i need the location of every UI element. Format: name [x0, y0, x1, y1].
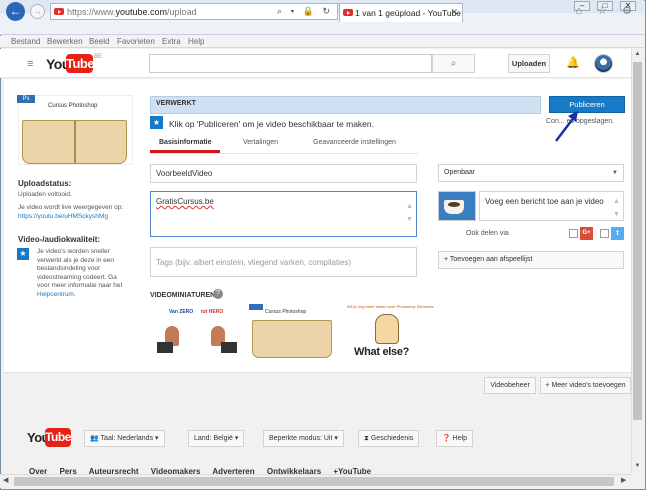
tags-field[interactable]: Tags (bijv. albert einstein, vliegend va… [150, 247, 417, 277]
book-image [22, 120, 127, 164]
pointer-arrow-icon [555, 111, 578, 142]
tab-basic-info[interactable]: Basisinformatie [159, 139, 212, 146]
scroll-right-arrow-icon[interactable]: ▶ [621, 476, 626, 484]
description-scroll-arrows[interactable]: ▲ ▼ [406, 200, 413, 226]
graduate-figure-icon [375, 314, 399, 344]
thumb3-text: What else? [354, 346, 410, 358]
gplus-checkbox[interactable] [569, 229, 578, 238]
country-button[interactable]: Land: België ▾ [188, 430, 245, 447]
hamburger-menu-icon[interactable]: ≡ [27, 58, 33, 70]
gplus-icon: G+ [580, 227, 593, 240]
publish-hint: Klik op 'Publiceren' om je video beschik… [169, 119, 374, 129]
video-link[interactable]: https://youtu.be/uHMSckyshMg [18, 213, 108, 222]
twitter-checkbox[interactable] [600, 229, 609, 238]
history-button[interactable]: ⧗ Geschiedenis [358, 430, 420, 447]
thumbnail-option-1[interactable]: Van ZERO tot HERO [151, 304, 238, 361]
star-icon: ★ [150, 116, 163, 129]
monitor-icon [157, 342, 173, 353]
address-url: https://www.youtube.com/upload [67, 7, 197, 17]
privacy-select[interactable]: Openbaar [438, 164, 624, 182]
coffee-cup-image [444, 200, 464, 214]
scroll-up-arrow-icon[interactable]: ▲ [633, 51, 642, 57]
quality-title: Video-/audiokwaliteit: [18, 235, 101, 244]
tab-advanced-settings[interactable]: Geavanceerde instellingen [313, 139, 396, 146]
logo-region: BE [94, 54, 103, 60]
thumb1-text-a: Van ZERO [169, 309, 194, 315]
browser-toolbar-icons[interactable]: ⌂ ☆ ⚙ [576, 4, 638, 17]
help-center-link[interactable]: Helpcentrum. [37, 291, 76, 298]
tab-favicon-icon [343, 9, 353, 16]
message-field[interactable]: Voeg een bericht toe aan je video [479, 191, 624, 221]
chevron-down-icon: ▼ [612, 170, 618, 176]
menu-view[interactable]: Beeld [89, 37, 109, 46]
search-input[interactable] [149, 54, 432, 73]
thumb3-top-text: Wil je nog meer weten over Photoshop Ele… [347, 304, 434, 309]
live-text: Je video wordt live weergegeven op: [18, 204, 124, 211]
restricted-mode-button[interactable]: Beperkte modus: Uit ▾ [263, 430, 344, 447]
footer-logo-tube[interactable]: Tube [45, 428, 71, 447]
book-image [252, 320, 332, 358]
thumb1-text-b: tot HERO [201, 309, 224, 315]
star-icon: ★ [17, 248, 29, 260]
action-bar [4, 372, 631, 399]
horizontal-scroll-thumb[interactable] [14, 477, 614, 486]
tabs-divider [150, 153, 418, 154]
menu-favorites[interactable]: Favorieten [117, 37, 155, 46]
address-bar[interactable]: https://www.youtube.com/upload ⌕ ▾ 🔒 ↻ [50, 3, 338, 20]
menu-file[interactable]: Bestand [11, 37, 40, 46]
processing-status: VERWERKT [156, 100, 196, 107]
share-label: Ook delen via [466, 230, 509, 237]
upload-status-title: Uploadstatus: [18, 179, 72, 188]
thumbnails-label: VIDEOMINIATUREN [150, 292, 216, 299]
upload-button[interactable]: Uploaden [508, 54, 550, 73]
twitter-icon: t [611, 227, 624, 240]
video-manager-button[interactable]: Videobeheer [484, 377, 536, 394]
tab-close-icon[interactable]: ✕ [450, 7, 458, 18]
monitor-icon [221, 342, 237, 353]
add-more-videos-button[interactable]: + Meer video's toevoegen [540, 377, 631, 394]
menu-help[interactable]: Help [188, 37, 204, 46]
bell-icon[interactable]: 🔔 [566, 56, 580, 69]
scroll-left-arrow-icon[interactable]: ◀ [3, 476, 8, 484]
processing-status-bar [150, 96, 541, 114]
youtube-favicon-icon [54, 8, 64, 15]
menu-tools[interactable]: Extra [162, 37, 181, 46]
language-button[interactable]: 👥 Taal: Nederlands ▾ [84, 430, 165, 447]
vertical-scroll-thumb[interactable] [633, 62, 642, 420]
thumbnail-title: Cursus Photoshop [48, 103, 98, 109]
address-icons[interactable]: ⌕ ▾ 🔒 ↻ [277, 6, 333, 17]
forward-button[interactable]: → [30, 4, 45, 19]
avatar[interactable] [594, 54, 613, 73]
thumb2-title: Cursus Photoshop [265, 309, 307, 315]
active-tab-indicator [150, 150, 220, 153]
youtube-logo-tube[interactable]: Tube [66, 54, 95, 73]
help-icon[interactable]: ? [213, 289, 223, 299]
tab-title: 1 van 1 geüpload - YouTube [355, 8, 462, 18]
menu-edit[interactable]: Bewerken [47, 37, 83, 46]
message-scroll-arrows[interactable]: ▲ ▼ [613, 195, 620, 221]
search-button[interactable]: ⌕ [432, 54, 475, 73]
back-button[interactable]: ← [6, 2, 25, 21]
quality-text: Je video's worden sneller verwerkt als j… [37, 248, 123, 298]
photoshop-badge-icon: Ps [17, 95, 35, 103]
thumbnail-option-2[interactable]: Cursus Photoshop [248, 304, 335, 361]
browser-tab[interactable]: 1 van 1 geüpload - YouTube ✕ [339, 3, 463, 22]
scroll-down-arrow-icon[interactable]: ▼ [633, 463, 642, 469]
description-field[interactable]: GratisCursus.be [150, 191, 417, 237]
add-to-playlist-button[interactable]: + Toevoegen aan afspeellijst [438, 251, 624, 269]
upload-done-text: Uploaden voltooid. [18, 191, 72, 198]
photoshop-badge-icon [249, 304, 263, 310]
thumbnail-option-3[interactable]: Wil je nog meer weten over Photoshop Ele… [345, 304, 434, 361]
title-field[interactable]: VoorbeeldVideo [150, 164, 417, 183]
help-button[interactable]: ❓ Help [436, 430, 474, 447]
tab-translations[interactable]: Vertalingen [243, 139, 278, 146]
